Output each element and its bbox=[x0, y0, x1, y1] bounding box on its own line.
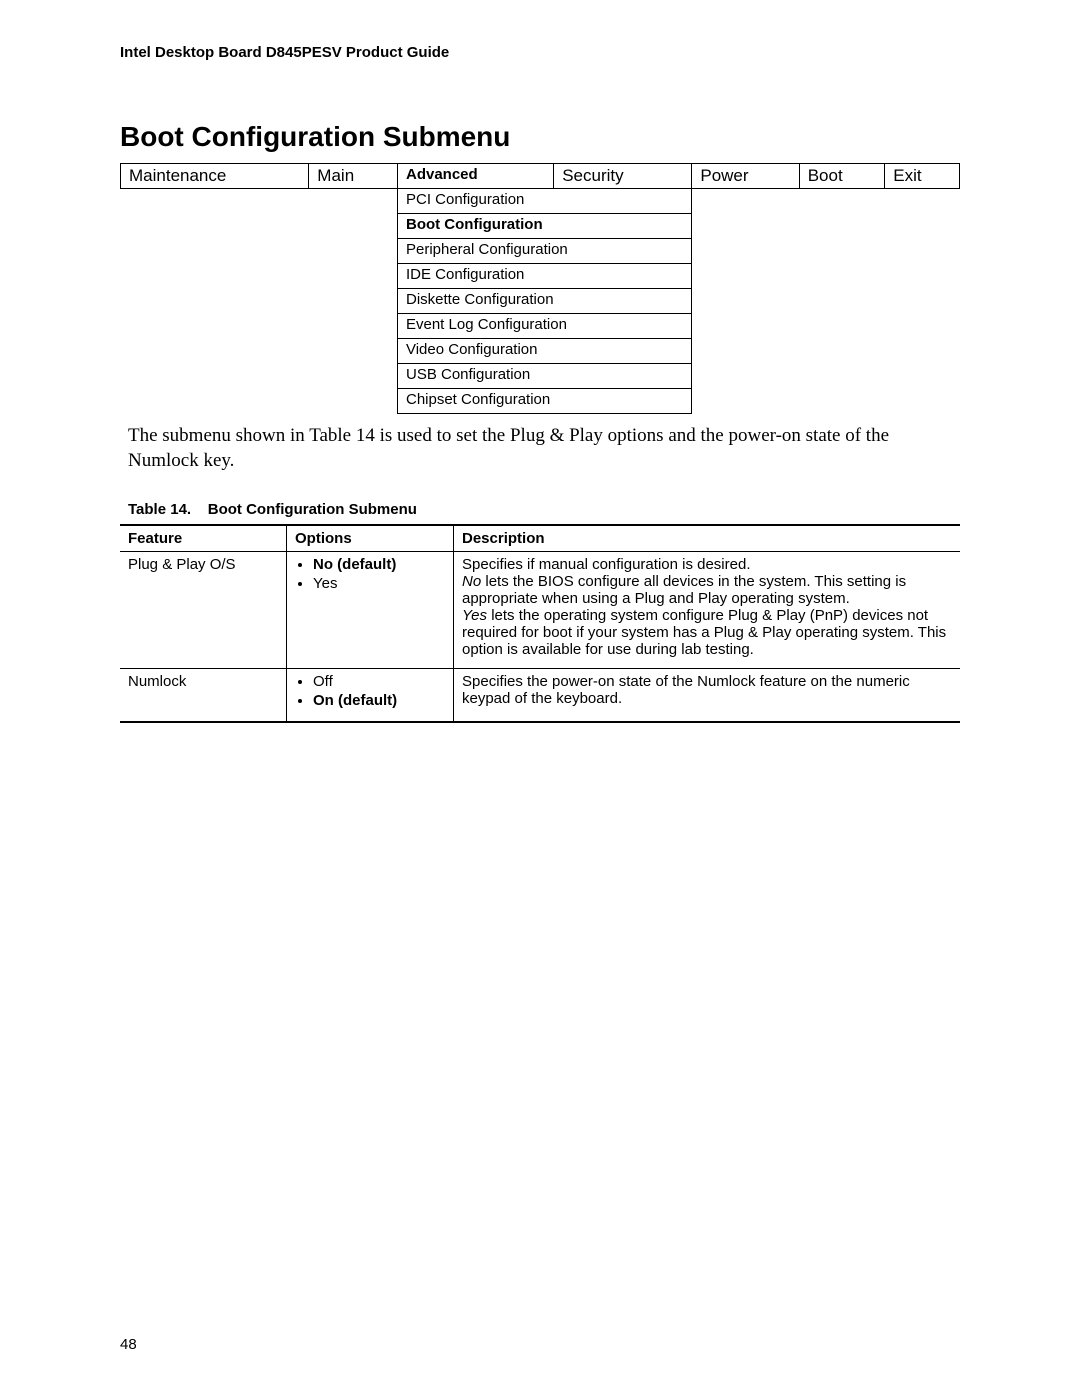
nav-tab-maintenance: Maintenance bbox=[121, 164, 309, 189]
nav-tab-exit: Exit bbox=[885, 164, 960, 189]
nav-tab-advanced: Advanced bbox=[397, 164, 553, 189]
submenu-item: USB Configuration bbox=[397, 364, 691, 389]
option-item: On (default) bbox=[313, 692, 445, 709]
desc-italic: No bbox=[462, 573, 481, 590]
table-caption-title: Boot Configuration Submenu bbox=[208, 501, 417, 518]
desc-text: lets the operating system configure Plug… bbox=[462, 607, 946, 658]
nav-tab-main: Main bbox=[309, 164, 398, 189]
submenu-item: Diskette Configuration bbox=[397, 289, 691, 314]
submenu-item: Video Configuration bbox=[397, 339, 691, 364]
th-description: Description bbox=[454, 525, 961, 552]
cell-feature: Plug & Play O/S bbox=[120, 552, 287, 669]
submenu-item: IDE Configuration bbox=[397, 264, 691, 289]
page-number: 48 bbox=[120, 1336, 137, 1353]
option-item: No (default) bbox=[313, 556, 445, 573]
nav-tab-power: Power bbox=[692, 164, 799, 189]
submenu-item: Event Log Configuration bbox=[397, 314, 691, 339]
option-item: Off bbox=[313, 673, 445, 690]
option-item: Yes bbox=[313, 575, 445, 592]
table-row: Numlock Off On (default) Specifies the p… bbox=[120, 669, 960, 723]
cell-options: Off On (default) bbox=[287, 669, 454, 723]
desc-text: lets the BIOS configure all devices in t… bbox=[462, 573, 906, 607]
nav-tab-boot: Boot bbox=[799, 164, 885, 189]
bios-nav-tabs-row: Maintenance Main Advanced Security Power… bbox=[121, 164, 960, 189]
table-caption: Table 14. Boot Configuration Submenu bbox=[128, 501, 960, 518]
desc-line: Specifies if manual configuration is des… bbox=[462, 556, 751, 573]
page: Intel Desktop Board D845PESV Product Gui… bbox=[0, 0, 1080, 1397]
body-paragraph: The submenu shown in Table 14 is used to… bbox=[128, 424, 952, 473]
submenu-item-active: Boot Configuration bbox=[397, 214, 691, 239]
cell-description: Specifies the power-on state of the Numl… bbox=[454, 669, 961, 723]
cell-feature: Numlock bbox=[120, 669, 287, 723]
cell-options: No (default) Yes bbox=[287, 552, 454, 669]
desc-italic: Yes bbox=[462, 607, 487, 624]
cell-description: Specifies if manual configuration is des… bbox=[454, 552, 961, 669]
th-options: Options bbox=[287, 525, 454, 552]
submenu-item: Chipset Configuration bbox=[397, 389, 691, 414]
table-caption-number: Table 14. bbox=[128, 501, 191, 518]
data-table: Feature Options Description Plug & Play … bbox=[120, 524, 960, 723]
submenu-item: PCI Configuration bbox=[397, 189, 691, 214]
table-row: Plug & Play O/S No (default) Yes Specifi… bbox=[120, 552, 960, 669]
nav-tab-security: Security bbox=[554, 164, 692, 189]
section-title: Boot Configuration Submenu bbox=[120, 121, 960, 153]
th-feature: Feature bbox=[120, 525, 287, 552]
bios-nav-table: Maintenance Main Advanced Security Power… bbox=[120, 163, 960, 414]
desc-line: Specifies the power-on state of the Numl… bbox=[462, 673, 910, 707]
doc-header: Intel Desktop Board D845PESV Product Gui… bbox=[120, 44, 960, 61]
submenu-item: Peripheral Configuration bbox=[397, 239, 691, 264]
